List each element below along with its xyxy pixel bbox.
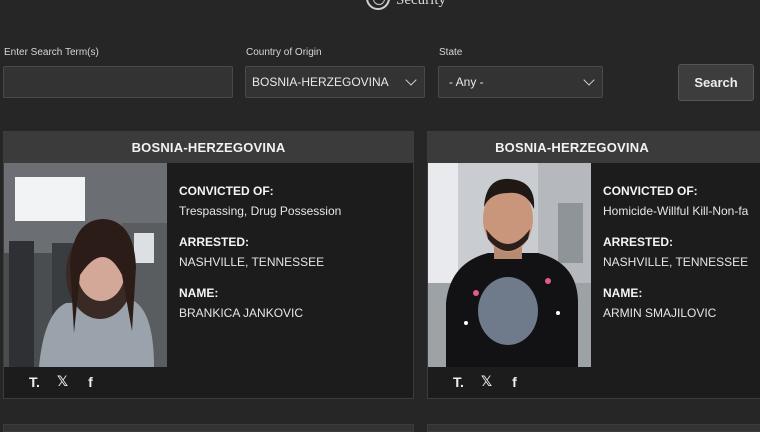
name-label: NAME: [603,286,643,300]
arrested-value: NASHVILLE, TENNESSEE [179,255,325,269]
state-select[interactable]: - Any - [438,66,603,98]
convicted-label: CONVICTED OF: [603,184,698,198]
arrested-value: NASHVILLE, TENNESSEE [603,255,749,269]
share-icons: T. 𝕏 f [452,373,521,390]
agency-name: Security [396,0,446,8]
card-info: CONVICTED OF: Homicide-Willful Kill-Non-… [603,184,760,337]
result-card[interactable]: BOSNIA-HERZEGOVINA CONVICTED OF: Trespas… [3,131,414,399]
search-term-label: Enter Search Term(s) [4,47,99,58]
name-value: ARMIN SMAJILOVIC [603,306,717,320]
mugshot-photo [428,163,591,367]
next-card-top [3,424,414,432]
x-icon[interactable]: 𝕏 [56,373,69,390]
x-icon[interactable]: 𝕏 [480,373,493,390]
next-card-top [427,424,760,432]
facebook-icon[interactable]: f [84,374,97,390]
card-country: BOSNIA-HERZEGOVINA [428,132,760,163]
country-label: Country of Origin [246,47,322,58]
convicted-label: CONVICTED OF: [179,184,274,198]
mugshot-photo [4,163,167,367]
seal-icon [366,0,390,10]
name-value: BRANKICA JANKOVIC [179,306,304,320]
country-select[interactable]: BOSNIA-HERZEGOVINA [245,66,425,98]
state-label: State [439,47,463,58]
arrested-label: ARRESTED: [603,235,674,249]
share-icons: T. 𝕏 f [28,373,97,390]
state-select-value: - Any - [449,75,484,89]
card-country: BOSNIA-HERZEGOVINA [4,132,413,163]
search-button[interactable]: Search [678,64,754,101]
convicted-value: Homicide-Willful Kill-Non-fa [603,204,749,218]
header: Security [0,0,760,12]
truth-social-icon[interactable]: T. [28,374,41,390]
search-term-input[interactable] [3,66,233,98]
facebook-icon[interactable]: f [508,374,521,390]
card-info: CONVICTED OF: Trespassing, Drug Possessi… [179,184,409,337]
arrested-label: ARRESTED: [179,235,250,249]
chevron-down-icon [405,74,417,86]
chevron-down-icon [583,74,595,86]
name-label: NAME: [179,286,219,300]
convicted-value: Trespassing, Drug Possession [179,204,342,218]
result-card[interactable]: BOSNIA-HERZEGOVINA CONVICTED OF: Homicid… [427,131,760,399]
country-select-value: BOSNIA-HERZEGOVINA [252,75,389,89]
truth-social-icon[interactable]: T. [452,374,465,390]
